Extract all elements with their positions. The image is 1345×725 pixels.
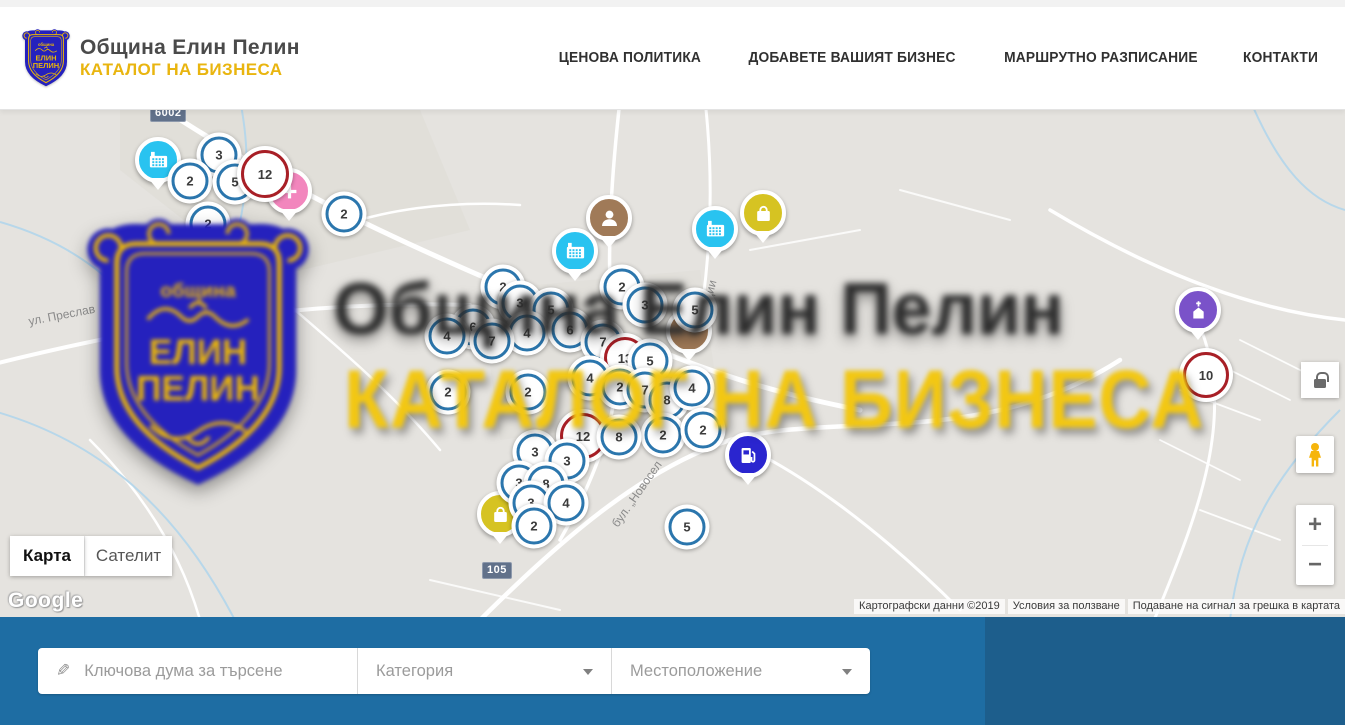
cluster-count: 2: [530, 519, 537, 534]
main-nav: ЦЕНОВА ПОЛИТИКА ДОБАВЕТЕ ВАШИЯТ БИЗНЕС М…: [555, 50, 1320, 66]
lock-icon: [1314, 379, 1326, 388]
location-dropdown-label: Местоположение: [630, 662, 762, 681]
cluster-count: 3: [563, 454, 570, 469]
map[interactable]: ул. Преславбул. „Новоселции 6002105 3 2 …: [0, 110, 1345, 617]
map-pin-marker-bag[interactable]: [740, 190, 786, 236]
site-title: Община Елин Пелин: [80, 36, 300, 60]
map-cluster-marker[interactable]: 2: [322, 192, 367, 237]
nav-item-contacts[interactable]: КОНТАКТИ: [1243, 50, 1318, 66]
search-bar-right-panel: [985, 617, 1345, 725]
watermark-title: Община Елин Пелин: [333, 268, 1064, 351]
map-cluster-marker[interactable]: 5: [665, 505, 710, 550]
keyword-field: ✎: [38, 648, 358, 694]
header: община ЕЛИН ПЕЛИН Община Елин Пелин КАТА…: [0, 0, 1345, 110]
zoom-out-button[interactable]: −: [1296, 546, 1334, 586]
svg-text:община: община: [38, 42, 55, 47]
keyword-input[interactable]: [82, 661, 357, 682]
cluster-count: 2: [340, 207, 347, 222]
site-subtitle: КАТАЛОГ НА БИЗНЕСА: [80, 60, 300, 80]
cluster-count: 2: [186, 174, 193, 189]
map-pin-marker-church[interactable]: [1175, 287, 1221, 333]
svg-text:ПЕЛИН: ПЕЛИН: [33, 61, 59, 70]
page: община ЕЛИН ПЕЛИН Община Елин Пелин КАТА…: [0, 0, 1345, 725]
pegman-icon: [1307, 443, 1323, 467]
nav-item-pricing[interactable]: ЦЕНОВА ПОЛИТИКА: [559, 50, 701, 66]
nav-item-route-schedule[interactable]: МАРШРУТНО РАЗПИСАНИЕ: [1004, 50, 1198, 66]
cluster-count: 4: [562, 496, 569, 511]
logo[interactable]: община ЕЛИН ПЕЛИН Община Елин Пелин КАТА…: [22, 27, 300, 89]
lock-button[interactable]: [1301, 362, 1339, 398]
search-fields: ✎ Категория Местоположение: [38, 648, 870, 694]
cluster-count: 12: [258, 167, 272, 182]
cluster-count: 3: [215, 148, 222, 163]
road-number-label: 6002: [150, 110, 186, 122]
cluster-count: 5: [683, 520, 690, 535]
chevron-down-icon: [842, 669, 852, 675]
pegman-button[interactable]: [1296, 436, 1334, 473]
bag-icon: [740, 190, 786, 236]
factory-icon: [692, 206, 738, 252]
svg-text:община: община: [160, 280, 236, 302]
svg-text:ПЕЛИН: ПЕЛИН: [136, 370, 260, 409]
map-type-control: Карта Сателит: [10, 536, 172, 576]
church-icon: [1175, 287, 1221, 333]
satellite-view-button[interactable]: Сателит: [84, 536, 172, 576]
logo-text: Община Елин Пелин КАТАЛОГ НА БИЗНЕСА: [80, 36, 300, 80]
watermark-emblem: община ЕЛИН ПЕЛИН: [85, 213, 311, 493]
search-bar: ✎ Категория Местоположение ⚙ ТЪРСЕНЕ: [0, 617, 1345, 725]
google-logo[interactable]: Google: [8, 589, 83, 613]
category-dropdown-label: Категория: [376, 662, 453, 681]
map-pin-marker-factory[interactable]: [692, 206, 738, 252]
zoom-control: + −: [1296, 505, 1334, 585]
zoom-in-button[interactable]: +: [1296, 505, 1334, 545]
attribution-report-link[interactable]: Подаване на сигнал за грешка в картата: [1128, 599, 1345, 614]
attribution-copyright: Картографски данни ©2019: [854, 599, 1005, 614]
municipality-emblem-icon: община ЕЛИН ПЕЛИН: [22, 27, 70, 89]
road-number-label: 105: [482, 562, 512, 579]
map-view-button[interactable]: Карта: [10, 536, 84, 576]
pencil-icon: ✎: [56, 661, 70, 681]
map-cluster-marker[interactable]: 12: [237, 146, 293, 202]
watermark-subtitle: КАТАЛОГ НА БИЗНЕСА: [344, 351, 1204, 448]
nav-item-add-business[interactable]: ДОБАВЕТЕ ВАШИЯТ БИЗНЕС: [748, 50, 955, 66]
attribution-terms-link[interactable]: Условия за ползване: [1008, 599, 1125, 614]
map-cluster-marker[interactable]: 2: [168, 159, 213, 204]
map-attribution: Картографски данни ©2019 Условия за полз…: [854, 599, 1345, 614]
chevron-down-icon: [583, 669, 593, 675]
svg-text:ЕЛИН: ЕЛИН: [149, 333, 247, 372]
map-cluster-marker[interactable]: 2: [512, 504, 557, 549]
category-dropdown[interactable]: Категория: [358, 648, 612, 694]
location-dropdown[interactable]: Местоположение: [612, 648, 870, 694]
